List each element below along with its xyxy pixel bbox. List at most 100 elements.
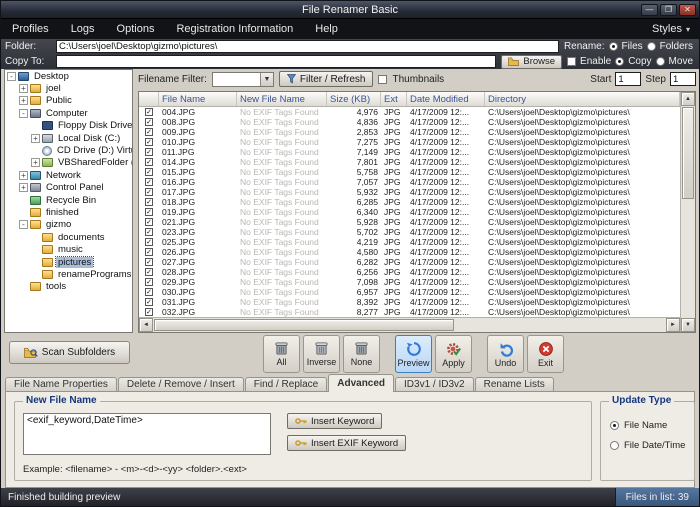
- close-button[interactable]: ✕: [679, 4, 696, 16]
- row-checkbox[interactable]: ✓: [145, 228, 153, 236]
- column-header-date-modified[interactable]: Date Modified: [407, 92, 485, 106]
- tree-item-computer[interactable]: -Computer: [5, 107, 132, 119]
- row-checkbox[interactable]: ✓: [145, 218, 153, 226]
- vertical-scroll-track[interactable]: [681, 200, 695, 318]
- tree-item-recycle-bin[interactable]: Recycle Bin: [5, 194, 132, 206]
- column-header-new-file-name[interactable]: New File Name: [237, 92, 327, 106]
- step-input[interactable]: [670, 72, 696, 86]
- vertical-scrollbar[interactable]: ▲ ▼: [680, 92, 695, 332]
- new-file-name-textarea[interactable]: <exif_keyword,DateTime>: [23, 413, 271, 455]
- row-checkbox[interactable]: ✓: [145, 118, 153, 126]
- tree-item-local-disk-c[interactable]: +Local Disk (C:): [5, 132, 132, 144]
- tree-expander-icon[interactable]: +: [19, 84, 28, 93]
- none-button[interactable]: None: [343, 335, 380, 373]
- row-checkbox[interactable]: ✓: [145, 268, 153, 276]
- exit-button[interactable]: Exit: [527, 335, 564, 373]
- insert-exif-keyword-button[interactable]: Insert EXIF Keyword: [287, 435, 406, 451]
- undo-button[interactable]: Undo: [487, 335, 524, 373]
- tree-item-joel[interactable]: +joel: [5, 82, 132, 94]
- tree-expander-icon[interactable]: +: [31, 134, 40, 143]
- row-checkbox[interactable]: ✓: [145, 168, 153, 176]
- menu-item-profiles[interactable]: Profiles: [1, 19, 60, 39]
- tree-item-network[interactable]: +Network: [5, 169, 132, 181]
- filename-filter-combo[interactable]: ▼: [212, 72, 274, 87]
- filter-refresh-button[interactable]: Filter / Refresh: [279, 71, 374, 87]
- tab-id3v1-id3v2[interactable]: ID3v1 / ID3v2: [395, 377, 474, 392]
- horizontal-scroll-thumb[interactable]: [154, 319, 454, 331]
- row-checkbox[interactable]: ✓: [145, 278, 153, 286]
- apply-button[interactable]: Apply: [435, 335, 472, 373]
- tree-item-finished[interactable]: finished: [5, 206, 132, 218]
- row-checkbox[interactable]: ✓: [145, 148, 153, 156]
- table-row[interactable]: ✓029.JPGNo EXIF Tags Found7,098JPG4/17/2…: [139, 277, 680, 287]
- scroll-right-icon[interactable]: ►: [666, 318, 680, 332]
- tree-expander-icon[interactable]: +: [19, 96, 28, 105]
- scroll-left-icon[interactable]: ◄: [139, 318, 153, 332]
- row-checkbox[interactable]: ✓: [145, 308, 153, 316]
- menu-item-options[interactable]: Options: [106, 19, 166, 39]
- minimize-button[interactable]: —: [641, 4, 658, 16]
- table-row[interactable]: ✓031.JPGNo EXIF Tags Found8,392JPG4/17/2…: [139, 297, 680, 307]
- row-checkbox[interactable]: ✓: [145, 178, 153, 186]
- table-row[interactable]: ✓014.JPGNo EXIF Tags Found7,801JPG4/17/2…: [139, 157, 680, 167]
- tree-item-documents[interactable]: documents: [5, 231, 132, 243]
- thumbnails-checkbox[interactable]: [378, 75, 387, 84]
- tree-item-gizmo[interactable]: -gizmo: [5, 219, 132, 231]
- rename-folders-radio[interactable]: [647, 42, 656, 51]
- tree-item-control-panel[interactable]: +Control Panel: [5, 182, 132, 194]
- tree-item-public[interactable]: +Public: [5, 95, 132, 107]
- row-checkbox[interactable]: ✓: [145, 128, 153, 136]
- horizontal-scrollbar[interactable]: ◄ ►: [139, 317, 680, 332]
- folder-path-input[interactable]: [56, 40, 559, 53]
- table-row[interactable]: ✓008.JPGNo EXIF Tags Found4,836JPG4/17/2…: [139, 117, 680, 127]
- row-checkbox[interactable]: ✓: [145, 248, 153, 256]
- row-checkbox[interactable]: ✓: [145, 198, 153, 206]
- menu-item-registration-information[interactable]: Registration Information: [165, 19, 304, 39]
- menu-item-help[interactable]: Help: [304, 19, 349, 39]
- table-row[interactable]: ✓021.JPGNo EXIF Tags Found5,928JPG4/17/2…: [139, 217, 680, 227]
- table-row[interactable]: ✓026.JPGNo EXIF Tags Found4,580JPG4/17/2…: [139, 247, 680, 257]
- start-input[interactable]: [615, 72, 641, 86]
- row-checkbox[interactable]: ✓: [145, 298, 153, 306]
- row-checkbox[interactable]: ✓: [145, 188, 153, 196]
- table-row[interactable]: ✓023.JPGNo EXIF Tags Found5,702JPG4/17/2…: [139, 227, 680, 237]
- scroll-down-icon[interactable]: ▼: [681, 318, 695, 332]
- title-bar[interactable]: File Renamer Basic — ❐ ✕: [1, 1, 699, 19]
- horizontal-scroll-track[interactable]: [455, 318, 666, 332]
- copy-radio[interactable]: [615, 57, 624, 66]
- table-row[interactable]: ✓016.JPGNo EXIF Tags Found7,057JPG4/17/2…: [139, 177, 680, 187]
- table-row[interactable]: ✓018.JPGNo EXIF Tags Found6,285JPG4/17/2…: [139, 197, 680, 207]
- maximize-button[interactable]: ❐: [660, 4, 677, 16]
- tab-rename-lists[interactable]: Rename Lists: [475, 377, 554, 392]
- tree-expander-icon[interactable]: -: [7, 72, 16, 81]
- update-file-datetime-radio[interactable]: [610, 441, 619, 450]
- all-button[interactable]: All: [263, 335, 300, 373]
- table-row[interactable]: ✓011.JPGNo EXIF Tags Found7,149JPG4/17/2…: [139, 147, 680, 157]
- table-row[interactable]: ✓004.JPGNo EXIF Tags Found4,976JPG4/17/2…: [139, 107, 680, 117]
- tab-delete-remove-insert[interactable]: Delete / Remove / Insert: [118, 377, 244, 392]
- tree-item-music[interactable]: music: [5, 243, 132, 255]
- row-checkbox[interactable]: ✓: [145, 158, 153, 166]
- table-row[interactable]: ✓015.JPGNo EXIF Tags Found5,758JPG4/17/2…: [139, 167, 680, 177]
- enable-checkbox[interactable]: [567, 57, 576, 66]
- table-row[interactable]: ✓019.JPGNo EXIF Tags Found6,340JPG4/17/2…: [139, 207, 680, 217]
- inverse-button[interactable]: Inverse: [303, 335, 340, 373]
- row-checkbox[interactable]: ✓: [145, 258, 153, 266]
- row-checkbox[interactable]: ✓: [145, 138, 153, 146]
- copy-to-input[interactable]: [56, 55, 496, 68]
- chevron-down-icon[interactable]: ▼: [260, 73, 273, 86]
- column-header-size[interactable]: Size (KB): [327, 92, 381, 106]
- column-header-directory[interactable]: Directory: [485, 92, 680, 106]
- insert-keyword-button[interactable]: Insert Keyword: [287, 413, 382, 429]
- tree-expander-icon[interactable]: -: [19, 220, 28, 229]
- table-row[interactable]: ✓009.JPGNo EXIF Tags Found2,853JPG4/17/2…: [139, 127, 680, 137]
- tree-item-vbsharedfolder-vboxsvr[interactable]: +VBSharedFolder (\\vboxsvr) (...: [5, 157, 132, 169]
- move-radio[interactable]: [656, 57, 665, 66]
- column-header-ext[interactable]: Ext: [381, 92, 407, 106]
- column-header-file-name[interactable]: File Name: [159, 92, 237, 106]
- table-row[interactable]: ✓025.JPGNo EXIF Tags Found4,219JPG4/17/2…: [139, 237, 680, 247]
- styles-menu[interactable]: Styles ▾: [643, 23, 699, 35]
- row-checkbox[interactable]: ✓: [145, 238, 153, 246]
- tree-expander-icon[interactable]: -: [19, 109, 28, 118]
- tab-find-replace[interactable]: Find / Replace: [245, 377, 327, 392]
